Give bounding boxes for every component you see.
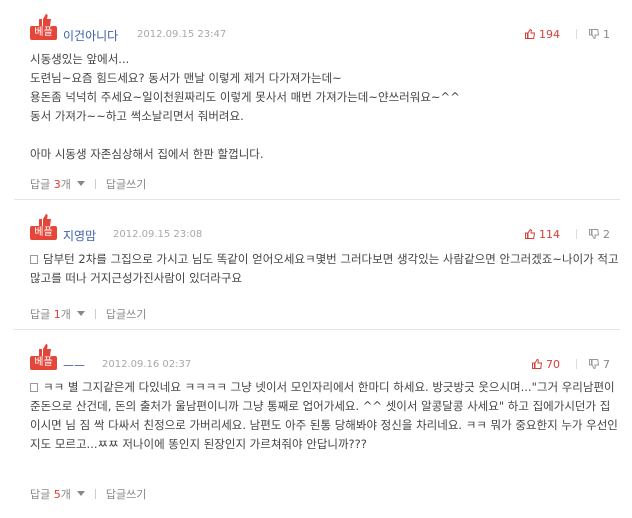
best-label: 베플 xyxy=(30,226,57,240)
best-badge: 베플 xyxy=(30,14,58,42)
best-label: 베플 xyxy=(30,26,57,40)
reply-count-unit: 개 xyxy=(60,308,71,321)
mobile-icon xyxy=(30,255,38,264)
vote-box: 114 2 xyxy=(525,228,610,241)
mobile-icon xyxy=(30,383,38,392)
thumbs-down-icon xyxy=(589,359,599,369)
reply-label: 답글 xyxy=(30,178,51,191)
upvote-button[interactable]: 194 xyxy=(525,28,560,41)
footer-divider xyxy=(94,309,96,319)
thumbs-up-icon xyxy=(39,214,51,226)
thumbs-down-icon xyxy=(589,229,599,239)
upvote-count: 70 xyxy=(546,358,560,371)
best-badge: 베플 xyxy=(30,344,58,372)
vote-box: 194 1 xyxy=(525,28,610,41)
downvote-button[interactable]: 1 xyxy=(589,28,610,41)
reply-count-unit: 개 xyxy=(60,178,71,191)
reply-toggle[interactable]: 답글 5개 xyxy=(30,488,95,501)
vote-divider xyxy=(576,29,577,39)
comment-text: 담부턴 2차를 그집으로 가시고 님도 똑같이 얻어오세요ㅋ몇번 그러다보면 생… xyxy=(30,252,623,285)
comment-body: ㅋㅋ 별 그지같은게 다있네요 ㅋㅋㅋㅋ 그냥 넷이서 모인자리에서 한마디 하… xyxy=(30,378,620,454)
reply-count: 1 xyxy=(53,308,61,321)
upvote-button[interactable]: 114 xyxy=(525,228,560,241)
upvote-count: 194 xyxy=(539,28,560,41)
comment-1: 베플 이건아니다 2012.09.15 23:47 194 1 시동생있는 앞에서… xyxy=(0,0,632,200)
comment-footer: 답글 5개 답글쓰기 xyxy=(30,486,146,502)
comment-date: 2012.09.15 23:08 xyxy=(113,229,203,240)
vote-divider xyxy=(576,229,577,239)
reply-label: 답글 xyxy=(30,308,51,321)
chevron-down-icon xyxy=(76,311,85,316)
write-reply-button[interactable]: 답글쓰기 xyxy=(106,488,146,501)
author-name[interactable]: 지영맘 xyxy=(63,227,96,244)
downvote-count: 1 xyxy=(603,28,610,41)
comment-body: 담부턴 2차를 그집으로 가시고 님도 똑같이 얻어오세요ㅋ몇번 그러다보면 생… xyxy=(30,250,620,288)
reply-count: 3 xyxy=(53,178,61,191)
best-badge: 베플 xyxy=(30,214,58,242)
thumbs-down-icon xyxy=(589,29,599,39)
reply-toggle[interactable]: 답글 1개 xyxy=(30,308,95,321)
downvote-count: 2 xyxy=(603,228,610,241)
upvote-count: 114 xyxy=(539,228,560,241)
comment-3: 베플 ㅡㅡ 2012.09.16 02:37 70 7 ㅋㅋ 별 그지같은게 다있… xyxy=(0,330,632,518)
downvote-count: 7 xyxy=(603,358,610,371)
thumbs-up-icon xyxy=(39,14,51,26)
footer-divider xyxy=(94,489,96,499)
downvote-button[interactable]: 2 xyxy=(589,228,610,241)
thumbs-up-icon xyxy=(39,344,51,356)
comment-date: 2012.09.16 02:37 xyxy=(102,359,192,370)
downvote-button[interactable]: 7 xyxy=(589,358,610,371)
reply-label: 답글 xyxy=(30,488,51,501)
best-label: 베플 xyxy=(30,356,57,370)
comment-2: 베플 지영맘 2012.09.15 23:08 114 2 담부턴 2차를 그집으… xyxy=(0,200,632,330)
reply-toggle[interactable]: 답글 3개 xyxy=(30,178,95,191)
thumbs-up-icon xyxy=(525,229,535,239)
thumbs-up-icon xyxy=(532,359,542,369)
author-name[interactable]: 이건아니다 xyxy=(63,27,118,44)
thumbs-up-icon xyxy=(525,29,535,39)
footer-divider xyxy=(94,179,96,189)
comment-date: 2012.09.15 23:47 xyxy=(137,29,227,40)
write-reply-button[interactable]: 답글쓰기 xyxy=(106,178,146,191)
author-name[interactable]: ㅡㅡ xyxy=(63,357,85,374)
upvote-button[interactable]: 70 xyxy=(532,358,560,371)
vote-divider xyxy=(576,359,577,369)
chevron-down-icon xyxy=(76,181,85,186)
comment-text: ㅋㅋ 별 그지같은게 다있네요 ㅋㅋㅋㅋ 그냥 넷이서 모인자리에서 한마디 하… xyxy=(30,380,619,451)
reply-count: 5 xyxy=(53,488,61,501)
chevron-down-icon xyxy=(76,491,85,496)
comment-body: 시동생있는 앞에서... 도련님~요즘 힘드세요? 동서가 맨날 이렇게 제거 … xyxy=(30,52,460,161)
vote-box: 70 7 xyxy=(532,358,610,371)
write-reply-button[interactable]: 답글쓰기 xyxy=(106,308,146,321)
comment-footer: 답글 3개 답글쓰기 xyxy=(30,176,146,192)
comment-footer: 답글 1개 답글쓰기 xyxy=(30,306,146,322)
reply-count-unit: 개 xyxy=(60,488,71,501)
